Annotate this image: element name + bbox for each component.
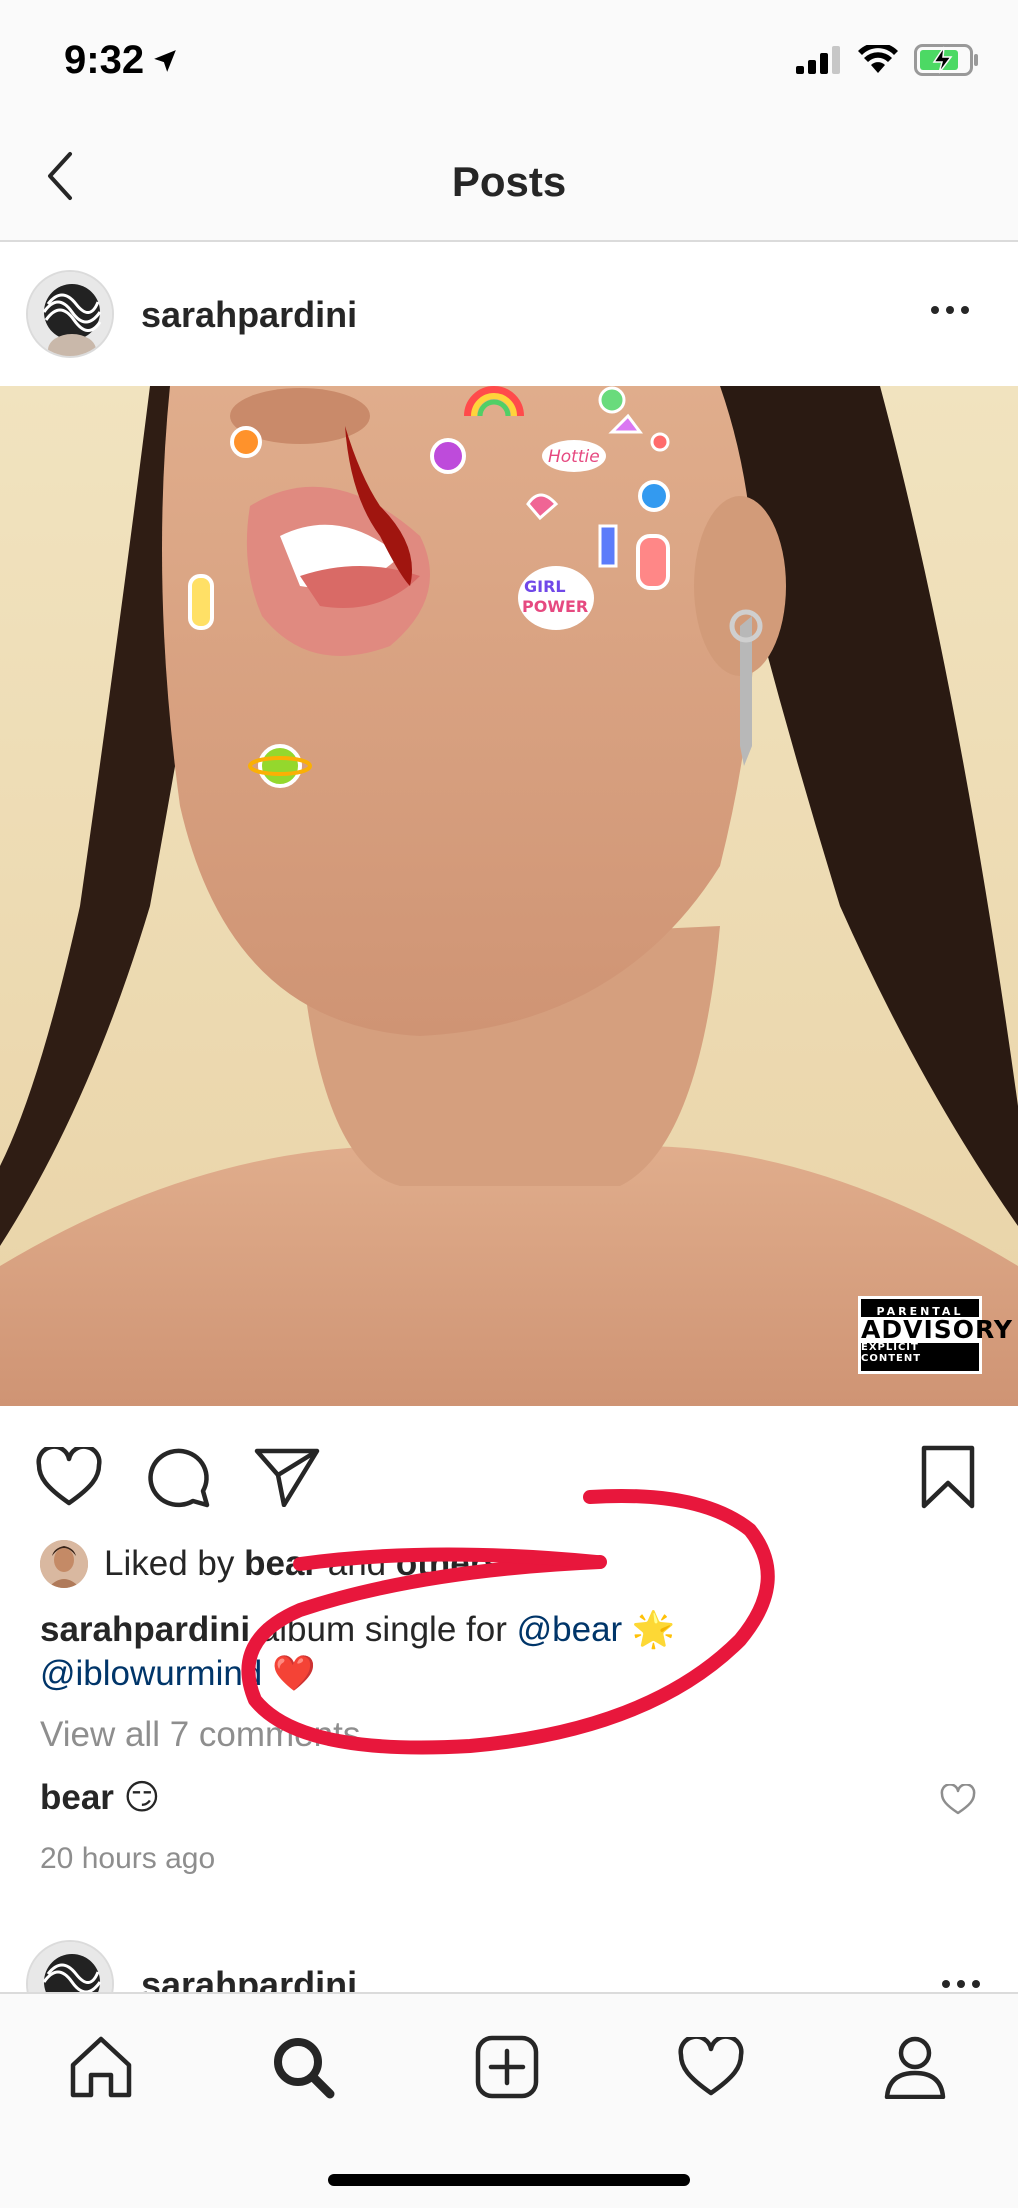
tab-add-post[interactable] bbox=[462, 2022, 552, 2112]
svg-text:GIRL: GIRL bbox=[524, 577, 566, 596]
dot bbox=[957, 1980, 965, 1988]
likes-mid: and bbox=[318, 1544, 396, 1583]
caption-author[interactable]: sarahpardini bbox=[40, 1610, 250, 1649]
caption-mention-iblowurmind[interactable]: @iblowurmind bbox=[40, 1654, 262, 1693]
like-button[interactable] bbox=[34, 1442, 104, 1512]
likes-row[interactable]: Liked by bear and others bbox=[40, 1540, 503, 1588]
tab-search[interactable] bbox=[258, 2022, 348, 2112]
post-header: sarahpardini bbox=[0, 244, 1018, 386]
caption-emoji-star: 🌟 bbox=[622, 1610, 676, 1649]
likes-user[interactable]: bear bbox=[244, 1544, 318, 1584]
time-label: 9:32 bbox=[64, 38, 145, 82]
post-username[interactable]: sarahpardini bbox=[141, 294, 357, 336]
dot bbox=[942, 1980, 950, 1988]
dot bbox=[972, 1980, 980, 1988]
caption-text: album single for bbox=[250, 1610, 517, 1649]
search-icon bbox=[274, 2038, 335, 2099]
svg-text:Hottie: Hottie bbox=[548, 447, 600, 467]
parental-advisory-label: PARENTAL ADVISORY EXPLICIT CONTENT bbox=[858, 1296, 1013, 1374]
more-options-button[interactable] bbox=[920, 290, 980, 330]
liker-avatar bbox=[40, 1540, 88, 1588]
tab-home[interactable] bbox=[56, 2022, 146, 2112]
advisory-bottom: EXPLICIT CONTENT bbox=[861, 1342, 922, 1364]
dot bbox=[931, 306, 939, 314]
status-icons bbox=[796, 44, 980, 76]
comment-author[interactable]: bear bbox=[40, 1778, 114, 1817]
view-all-comments-link[interactable]: View all 7 comments bbox=[40, 1715, 360, 1755]
avatar[interactable] bbox=[26, 1940, 114, 1992]
svg-text:POWER: POWER bbox=[522, 597, 588, 616]
post-caption: sarahpardini album single for @bear 🌟 @i… bbox=[40, 1608, 960, 1696]
next-post-header: sarahpardini bbox=[0, 1940, 1018, 1992]
comment-button[interactable] bbox=[144, 1442, 214, 1512]
save-button[interactable] bbox=[913, 1442, 983, 1512]
profile-icon bbox=[884, 2036, 946, 2099]
more-options-button[interactable] bbox=[942, 1980, 980, 1988]
heart-icon bbox=[36, 1447, 102, 1506]
bookmark-icon bbox=[921, 1445, 975, 1509]
heart-icon bbox=[940, 1783, 976, 1815]
status-bar: 9:32 bbox=[0, 0, 1018, 120]
comment: bear 😏 bbox=[40, 1778, 160, 1818]
post-timestamp: 20 hours ago bbox=[40, 1842, 216, 1875]
comment-icon bbox=[148, 1448, 210, 1508]
share-button[interactable] bbox=[252, 1442, 322, 1512]
home-icon bbox=[70, 2036, 132, 2098]
next-post-username[interactable]: sarahpardini bbox=[141, 1964, 357, 1992]
nav-bar: Posts bbox=[0, 120, 1018, 242]
likes-others[interactable]: others bbox=[396, 1544, 503, 1584]
tab-activity[interactable] bbox=[666, 2022, 756, 2112]
wifi-icon bbox=[858, 45, 898, 73]
heart-icon bbox=[678, 2037, 744, 2096]
send-icon bbox=[254, 1448, 320, 1507]
tab-profile[interactable] bbox=[870, 2022, 960, 2112]
post-image[interactable]: Hottie GIRL POWER PARENTAL ADVISORY EXPL… bbox=[0, 386, 1018, 1406]
advisory-middle: ADVISORY bbox=[861, 1315, 1013, 1345]
status-time: 9:32 bbox=[64, 38, 178, 83]
post-actions bbox=[0, 1406, 1018, 1536]
dot bbox=[946, 306, 954, 314]
cellular-signal-icon bbox=[796, 46, 840, 74]
location-arrow-icon bbox=[154, 49, 176, 72]
likes-prefix: Liked by bbox=[104, 1544, 245, 1583]
home-indicator[interactable] bbox=[328, 2174, 690, 2186]
avatar[interactable] bbox=[26, 270, 114, 358]
page-title: Posts bbox=[451, 158, 567, 205]
add-post-icon bbox=[475, 2035, 539, 2099]
tab-bar bbox=[0, 1992, 1018, 2208]
comment-text: 😏 bbox=[113, 1778, 161, 1817]
dot bbox=[961, 306, 969, 314]
caption-emoji-heart: ❤️ bbox=[262, 1654, 316, 1693]
caption-mention-bear[interactable]: @bear bbox=[517, 1610, 623, 1649]
battery-charging-icon bbox=[914, 44, 978, 76]
comment-like-button[interactable] bbox=[940, 1783, 980, 1820]
post-photo: Hottie GIRL POWER bbox=[0, 386, 1018, 1406]
